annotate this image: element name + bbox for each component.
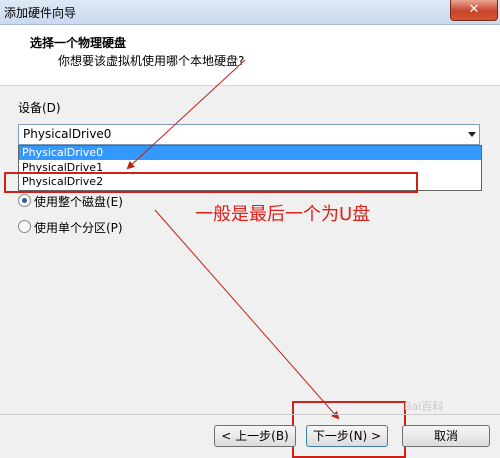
dropdown-option[interactable]: PhysicalDrive0 (19, 146, 481, 160)
radio-label: 使用整个磁盘(E) (34, 195, 123, 209)
watermark: Bai百科 (404, 400, 444, 413)
close-button[interactable]: ✕ (450, 0, 498, 21)
annotation-text: 一般是最后一个为U盘 (195, 204, 371, 225)
footer-divider (0, 414, 500, 415)
device-label: 设备(D) (18, 101, 61, 115)
window-titlebar: 添加硬件向导 ✕ (0, 0, 500, 25)
chevron-down-icon[interactable] (468, 132, 476, 137)
highlight-box-drive (4, 172, 418, 193)
cancel-button[interactable]: 取消 (402, 425, 490, 447)
back-button[interactable]: < 上一步(B) (214, 425, 296, 447)
radio-button[interactable] (18, 220, 31, 233)
wizard-header: 选择一个物理硬盘 你想要该虚拟机使用哪个本地硬盘? (0, 25, 500, 86)
close-icon: ✕ (468, 2, 480, 17)
radio-button[interactable] (18, 194, 31, 207)
page-title: 选择一个物理硬盘 (30, 36, 127, 50)
device-select-value: PhysicalDrive0 (23, 127, 112, 141)
device-select[interactable]: PhysicalDrive0 (18, 124, 480, 145)
arrow-line (154, 209, 340, 420)
radio-label: 使用单个分区(P) (34, 221, 123, 235)
window-title: 添加硬件向导 (4, 6, 77, 20)
next-button[interactable]: 下一步(N) > (306, 425, 388, 447)
page-subtitle: 你想要该虚拟机使用哪个本地硬盘? (58, 54, 245, 68)
